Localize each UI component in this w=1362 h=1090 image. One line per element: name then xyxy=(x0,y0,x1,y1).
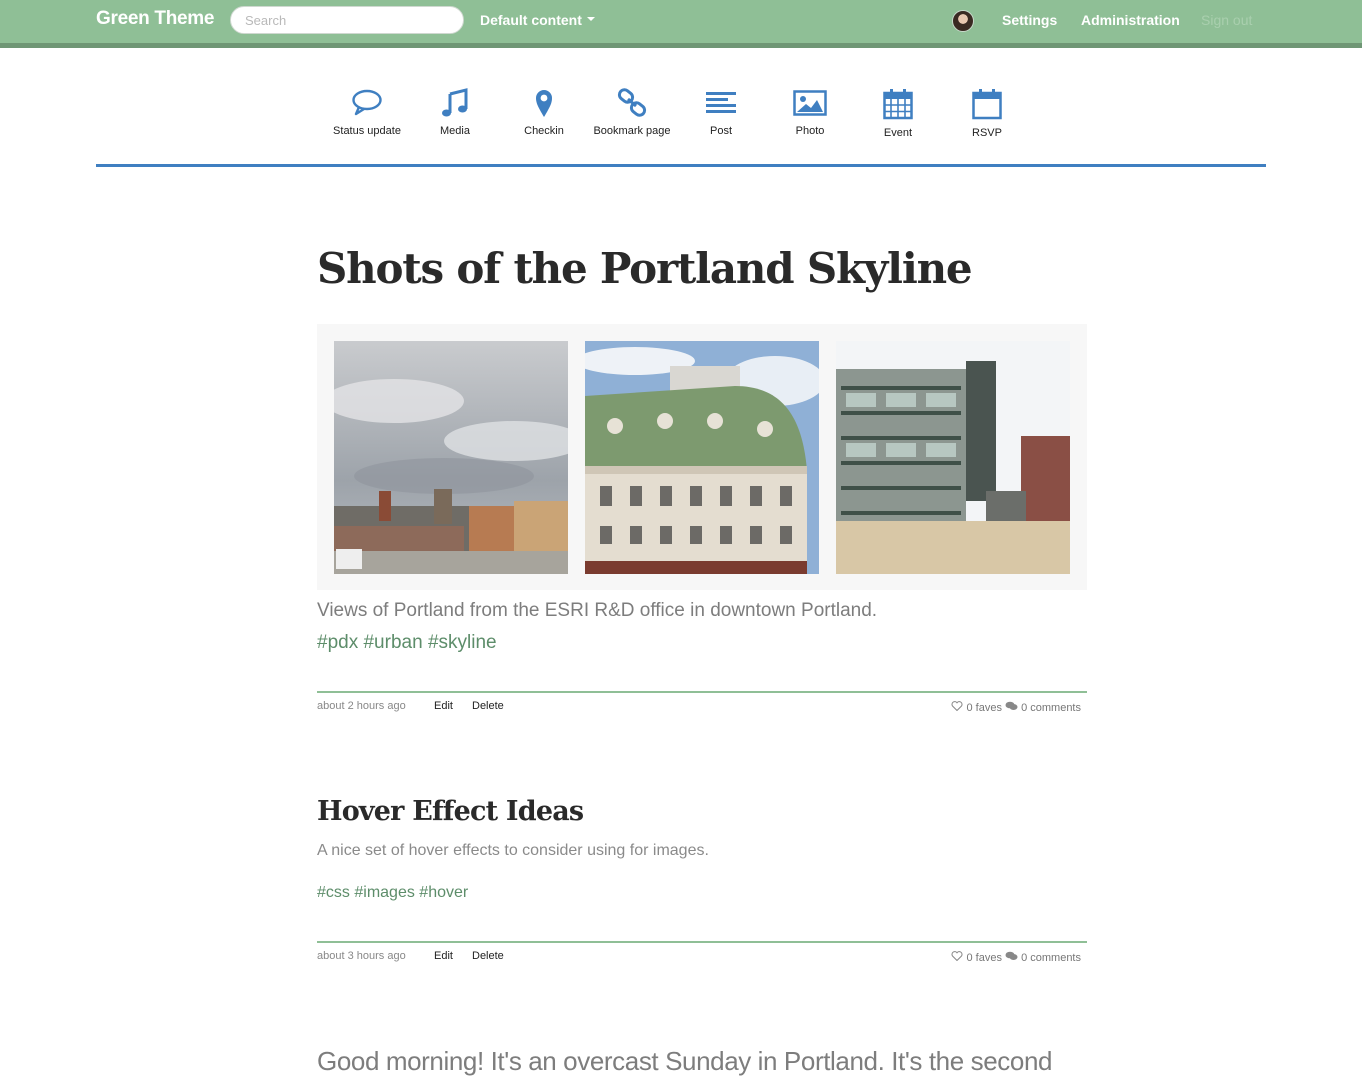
heart-icon xyxy=(951,951,963,962)
heart-icon xyxy=(951,701,963,712)
bookmark-page-button[interactable]: Bookmark page xyxy=(587,84,677,137)
status-post-body: Good morning! It's an overcast Sunday in… xyxy=(317,1046,1053,1076)
calendar-icon xyxy=(883,89,913,120)
edit-link[interactable]: Edit xyxy=(434,950,453,962)
administration-link[interactable]: Administration xyxy=(1081,12,1180,28)
post-tags: #css #images #hover xyxy=(317,884,468,902)
checkin-button[interactable]: Checkin xyxy=(499,84,589,137)
comments-icon xyxy=(1005,701,1018,710)
post-stats: 0 faves 0 comments xyxy=(951,951,1081,964)
faves-count: 0 faves xyxy=(966,702,1002,714)
content-type-toolbar: Status update Media Checkin Bookmark pag… xyxy=(96,84,1266,167)
skyline-photo-1[interactable] xyxy=(334,341,568,574)
speech-bubble-icon xyxy=(352,89,382,116)
tag-link[interactable]: #urban xyxy=(363,632,422,653)
post-label: Post xyxy=(709,125,732,137)
post-body: Views of Portland from the ESRI R&D offi… xyxy=(317,600,878,621)
bookmark-page-label: Bookmark page xyxy=(593,125,671,137)
skyline-photo-3[interactable] xyxy=(836,341,1070,574)
map-pin-icon xyxy=(536,90,552,117)
tag-link[interactable]: #hover xyxy=(419,884,468,901)
tag-link[interactable]: #images xyxy=(354,884,414,901)
music-note-icon xyxy=(442,88,468,117)
rsvp-label: RSVP xyxy=(972,127,1002,139)
photo-gallery xyxy=(317,324,1087,590)
delete-link[interactable]: Delete xyxy=(472,950,504,962)
image-icon xyxy=(793,90,827,116)
skyline-photo-image xyxy=(585,341,819,574)
content-dropdown[interactable]: Default content xyxy=(480,12,595,28)
search-input[interactable] xyxy=(230,6,464,34)
media-label: Media xyxy=(440,125,470,137)
site-brand[interactable]: Green Theme xyxy=(96,8,214,30)
comments-count: 0 comments xyxy=(1021,702,1081,714)
comments-icon xyxy=(1005,951,1018,960)
event-button[interactable]: Event xyxy=(853,84,943,139)
tag-link[interactable]: #skyline xyxy=(428,632,497,653)
status-update-button[interactable]: Status update xyxy=(322,84,412,137)
faves-link[interactable]: 0 faves xyxy=(951,951,1002,964)
delete-link[interactable]: Delete xyxy=(472,700,504,712)
post-stats: 0 faves 0 comments xyxy=(951,701,1081,714)
post-meta: about 3 hours ago Edit Delete 0 faves 0 … xyxy=(317,941,1087,971)
post-body: A nice set of hover effects to consider … xyxy=(317,842,709,859)
tag-link[interactable]: #pdx xyxy=(317,632,358,653)
post-timestamp[interactable]: about 2 hours ago xyxy=(317,700,406,712)
top-navbar: Green Theme Default content Settings Adm… xyxy=(0,0,1362,48)
faves-link[interactable]: 0 faves xyxy=(951,701,1002,714)
edit-link[interactable]: Edit xyxy=(434,700,453,712)
post-button[interactable]: Post xyxy=(676,84,766,137)
post-meta: about 2 hours ago Edit Delete 0 faves 0 … xyxy=(317,691,1087,721)
faves-count: 0 faves xyxy=(966,952,1002,964)
tag-link[interactable]: #css xyxy=(317,884,350,901)
user-avatar[interactable] xyxy=(952,10,974,32)
checkin-label: Checkin xyxy=(524,125,564,137)
skyline-photo-2[interactable] xyxy=(585,341,819,574)
content-dropdown-label: Default content xyxy=(480,12,582,28)
skyline-photo-image xyxy=(334,341,568,574)
photo-button[interactable]: Photo xyxy=(765,84,855,137)
settings-link[interactable]: Settings xyxy=(1002,12,1057,28)
event-label: Event xyxy=(883,127,913,139)
photo-label: Photo xyxy=(795,125,825,137)
comments-link[interactable]: 0 comments xyxy=(1005,951,1081,964)
comments-count: 0 comments xyxy=(1021,952,1081,964)
skyline-photo-image xyxy=(836,341,1070,574)
calendar-blank-icon xyxy=(972,89,1002,120)
post-title[interactable]: Hover Effect Ideas xyxy=(317,796,584,827)
media-button[interactable]: Media xyxy=(410,84,500,137)
status-update-label: Status update xyxy=(333,125,401,137)
comments-link[interactable]: 0 comments xyxy=(1005,701,1081,714)
link-icon xyxy=(617,88,647,117)
post-timestamp[interactable]: about 3 hours ago xyxy=(317,950,406,962)
caret-down-icon xyxy=(586,17,595,22)
text-lines-icon xyxy=(706,92,736,113)
rsvp-button[interactable]: RSVP xyxy=(942,84,1032,139)
post-title[interactable]: Shots of the Portland Skyline xyxy=(317,244,973,293)
post-tags: #pdx #urban #skyline xyxy=(317,632,497,654)
sign-out-link[interactable]: Sign out xyxy=(1201,12,1252,28)
